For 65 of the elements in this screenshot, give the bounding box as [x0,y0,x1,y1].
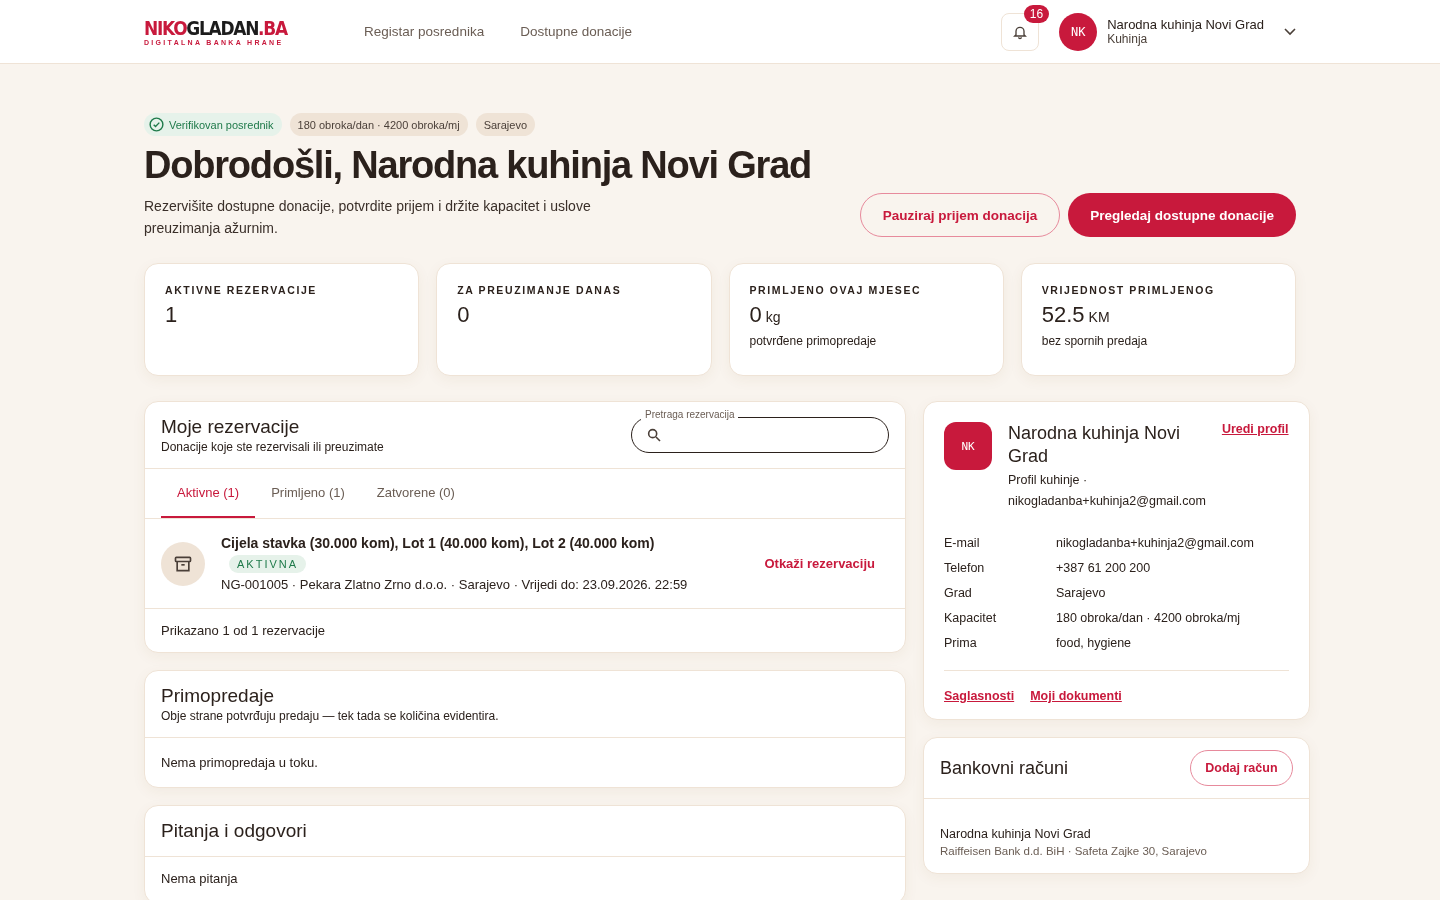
status-badge: AKTIVNA [229,555,307,573]
empty-message: Nema primopredaja u toku. [161,755,318,770]
user-name: Narodna kuhinja Novi Grad [1107,17,1264,32]
field-label: Telefon [944,561,986,575]
status-badge: 180 obroka/dan · 4200 obroka/mj [289,113,468,136]
profile-subtitle: Profil kuhinje · nikogladanba+kuhinja2@gmail.com [1008,472,1206,510]
empty-message: Nema pitanja [161,871,238,886]
user-menu[interactable]: NK Narodna kuhinja Novi Grad Kuhinja [1059,12,1296,51]
profile-link[interactable]: Moji dokumenti [1030,689,1122,703]
panel-title: Moje rezervacije [161,416,301,438]
panel-title: Pitanja i odgovori [161,820,307,842]
notification-count: 16 [1023,4,1050,23]
stat-value: 0 [749,302,762,328]
nav-link[interactable]: Dostupne donacije [520,24,632,39]
profile-avatar: NK [944,422,992,470]
panel-title: Bankovni računi [940,757,1069,779]
search-icon [646,427,662,443]
result-count: Prikazano 1 od 1 rezervacije [161,623,326,638]
stat-unit: KM [1088,309,1110,325]
stat-value: 1 [165,302,178,328]
stat-note: potvrđene primopredaje [749,334,878,348]
stat-label: ZA PREUZIMANJE DANAS [457,284,623,296]
account-name: Narodna kuhinja Novi Grad [940,827,1092,841]
chevron-down-icon [1284,27,1296,36]
field-label: Pretraga rezervacija [641,409,739,420]
field-value: nikogladanba+kuhinja2@gmail.com [1056,536,1255,550]
stat-label: VRIJEDNOST PRIMLJENOG [1041,284,1216,296]
cancel-link[interactable]: Otkaži rezervaciju [764,556,875,571]
check-circle-icon [149,117,164,132]
tab[interactable]: Aktivne (1) [161,469,256,518]
tab[interactable]: Primljeno (1) [255,469,361,518]
field-value: food, hygiene [1056,636,1133,650]
user-avatar: NK [1059,12,1098,51]
nav-link[interactable]: Registar posrednika [364,24,485,39]
add-account-button[interactable]: Dodaj račun [1190,750,1293,786]
browse-button[interactable]: Pregledaj dostupne donacije [1068,193,1296,237]
stat-unit: kg [765,309,781,325]
account-details: Raiffeisen Bank d.d. BiH · Safeta Zajke 30, Sarajevo [940,845,1208,857]
status-badge: Verifikovan posrednik [144,113,282,136]
stat-label: AKTIVNE REZERVACIJE [165,284,318,296]
user-role: Kuhinja [1107,32,1149,46]
field-value: 180 obroka/dan · 4200 obroka/mj [1056,611,1242,625]
stat-value: 52.5 [1041,302,1085,328]
field-value: Sarajevo [1056,586,1107,600]
profile-name: Narodna kuhinja Novi Grad [1008,422,1182,468]
panel-title: Primopredaje [161,685,275,707]
edit-profile-link[interactable]: Uredi profil [1221,422,1289,436]
field-label: E-mail [944,536,981,550]
field-label: Grad [944,586,973,600]
stat-value: 0 [457,302,470,328]
field-label: Kapacitet [944,611,998,625]
reservation-title: Cijela stavka (30.000 kom), Lot 1 (40.000 kom), Lot 2 (40.000 kom) [221,535,655,551]
panel-subtitle: Obje strane potvrđuju predaju — tek tada se količina evidentira. [161,709,499,723]
page-title: Dobrodošli, Narodna kuhinja Novi Grad [144,144,812,187]
stat-note: bez spornih predaja [1041,334,1149,348]
tab[interactable]: Zatvorene (0) [360,469,471,518]
panel-subtitle: Donacije koje ste rezervisali ili preuzimate [161,440,384,454]
reservation-details: NG-001005 · Pekara Zlatno Zrno d.o.o. · Sarajevo · Vrijedi do: 23.09.2026. 22:59 [221,577,688,592]
page-subtitle: Rezervišite dostupne donacije, potvrdite prijem i držite kapacitet i uslove preuzimanja ažurnim. [144,197,592,238]
archive-icon [161,541,205,586]
status-badge: Sarajevo [475,113,536,136]
profile-link[interactable]: Saglasnosti [944,689,1015,703]
field-label: Prima [944,636,978,650]
field-value: +387 61 200 200 [1056,561,1152,575]
stat-label: PRIMLJENO OVAJ MJESEC [749,284,923,296]
